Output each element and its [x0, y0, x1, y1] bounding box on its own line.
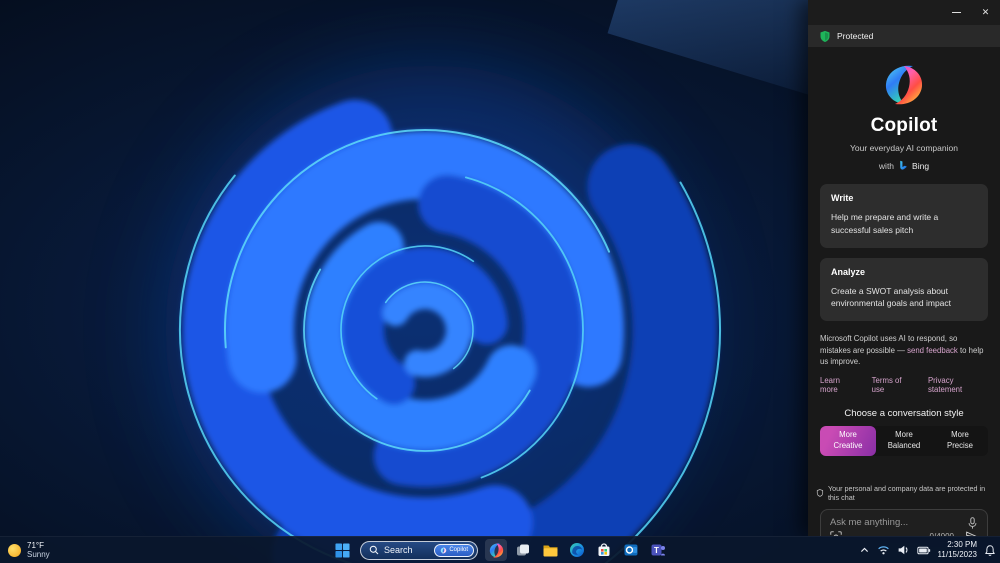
style-option-line1: More	[951, 430, 969, 440]
style-more-creative[interactable]: More Creative	[820, 426, 876, 457]
taskbar-app-copilot[interactable]	[485, 539, 507, 561]
taskbar-center: Search Copilot T	[331, 537, 669, 563]
ai-disclaimer: Microsoft Copilot uses AI to respond, so…	[820, 333, 988, 368]
copilot-hero: Copilot Your everyday AI companion with …	[808, 47, 1000, 171]
weather-temperature: 71°F	[27, 540, 44, 550]
panel-body: Copilot Your everyday AI companion with …	[808, 47, 1000, 536]
taskbar: 71°F Sunny Search Copilot T 2:30 PM 11/1…	[0, 536, 1000, 563]
protected-label: Protected	[837, 31, 874, 41]
speaker-icon	[898, 545, 908, 555]
pinned-apps: T	[485, 539, 669, 561]
weather-widget[interactable]: 71°F Sunny	[8, 537, 50, 563]
search-copilot-badge[interactable]: Copilot	[434, 543, 474, 557]
chat-input[interactable]	[830, 517, 967, 529]
volume-status[interactable]	[897, 544, 910, 556]
conversation-style-label: Choose a conversation style	[844, 408, 964, 420]
search-icon	[369, 545, 379, 555]
protected-badge[interactable]: Protected	[808, 25, 1000, 47]
shield-icon	[820, 30, 830, 42]
microphone-button[interactable]	[967, 517, 978, 530]
copilot-logo-icon	[885, 65, 923, 105]
tray-overflow-button[interactable]	[859, 545, 870, 555]
legal-links: Learn more Terms of use Privacy statemen…	[820, 376, 988, 394]
file-explorer-icon	[543, 545, 557, 557]
card-title: Write	[831, 193, 854, 203]
data-protection-note: Your personal and company data are prote…	[808, 484, 1000, 502]
copilot-panel: ✕ Protected Copilot Your everyday AI com…	[808, 0, 1000, 536]
network-status[interactable]	[877, 544, 890, 556]
clock-widget[interactable]: 2:30 PM 11/15/2023	[938, 540, 977, 559]
bing-label: Bing	[912, 160, 930, 171]
taskbar-app-teams[interactable]: T	[647, 539, 669, 561]
with-bing-row: with Bing	[879, 160, 929, 171]
terms-of-use-link[interactable]: Terms of use	[872, 376, 915, 394]
minimize-button[interactable]	[942, 0, 971, 25]
minimize-icon	[952, 12, 961, 13]
search-label: Search	[384, 545, 413, 555]
learn-more-link[interactable]: Learn more	[820, 376, 859, 394]
battery-status[interactable]	[916, 545, 931, 556]
desktop: ✕ Protected Copilot Your everyday AI com…	[0, 0, 1000, 563]
notifications-button[interactable]	[984, 544, 996, 557]
panel-titlebar: ✕	[808, 0, 1000, 25]
svg-text:T: T	[654, 546, 659, 555]
chevron-up-icon	[860, 547, 868, 552]
copilot-badge-icon	[441, 547, 447, 553]
taskbar-app-edge[interactable]	[566, 539, 588, 561]
style-option-line2: Balanced	[887, 440, 921, 450]
microphone-icon	[968, 517, 977, 529]
bing-icon	[900, 160, 907, 170]
clock-date: 11/15/2023	[937, 550, 977, 559]
battery-icon	[916, 546, 930, 554]
outlook-icon	[624, 544, 638, 556]
clock-time: 2:30 PM	[947, 540, 977, 550]
conversation-style-chooser: More Creative More Balanced More Precise	[820, 426, 988, 457]
suggestion-card-analyze[interactable]: Analyze Create a SWOT analysis about env…	[820, 257, 988, 321]
with-label: with	[878, 160, 895, 171]
shield-outline-icon	[816, 489, 824, 497]
task-view-icon	[517, 544, 529, 556]
copilot-title: Copilot	[870, 115, 938, 136]
style-option-line1: More	[895, 430, 913, 440]
teams-icon: T	[651, 544, 665, 556]
search-box[interactable]: Search Copilot	[360, 540, 478, 560]
taskbar-app-file-explorer[interactable]	[539, 539, 561, 561]
style-more-precise[interactable]: More Precise	[932, 426, 988, 456]
edge-icon	[570, 543, 584, 557]
copilot-subtitle: Your everyday AI companion	[850, 143, 958, 153]
search-badge-label: Copilot	[449, 547, 468, 553]
style-option-line1: More	[839, 430, 857, 440]
taskbar-app-outlook[interactable]	[620, 539, 642, 561]
weather-condition: Sunny	[27, 550, 50, 559]
card-body: Create a SWOT analysis about environment…	[831, 285, 952, 309]
chat-composer: 0/4000	[820, 509, 988, 536]
suggestion-card-write[interactable]: Write Help me prepare and write a succes…	[820, 184, 988, 248]
wifi-icon	[877, 546, 889, 555]
start-button[interactable]	[331, 539, 353, 561]
suggestion-cards: Write Help me prepare and write a succes…	[808, 184, 1000, 321]
close-button[interactable]: ✕	[971, 0, 1000, 25]
windows-logo-icon	[334, 542, 350, 558]
sun-icon	[8, 543, 21, 557]
style-option-line2: Creative	[833, 440, 863, 450]
style-option-line2: Precise	[947, 440, 973, 450]
close-icon: ✕	[981, 7, 990, 17]
taskbar-app-store[interactable]	[593, 539, 615, 561]
card-body: Help me prepare and write a successful s…	[831, 212, 939, 235]
bell-icon	[985, 544, 995, 556]
store-icon	[598, 543, 610, 556]
card-title: Analyze	[831, 266, 866, 277]
style-more-balanced[interactable]: More Balanced	[876, 426, 932, 456]
privacy-statement-link[interactable]: Privacy statement	[928, 376, 988, 394]
taskbar-app-task-view[interactable]	[512, 539, 534, 561]
send-feedback-link[interactable]: send feedback	[907, 346, 958, 355]
system-tray: 2:30 PM 11/15/2023	[859, 537, 996, 563]
copilot-app-icon	[489, 542, 503, 558]
data-protection-text: Your personal and company data are prote…	[827, 484, 986, 503]
